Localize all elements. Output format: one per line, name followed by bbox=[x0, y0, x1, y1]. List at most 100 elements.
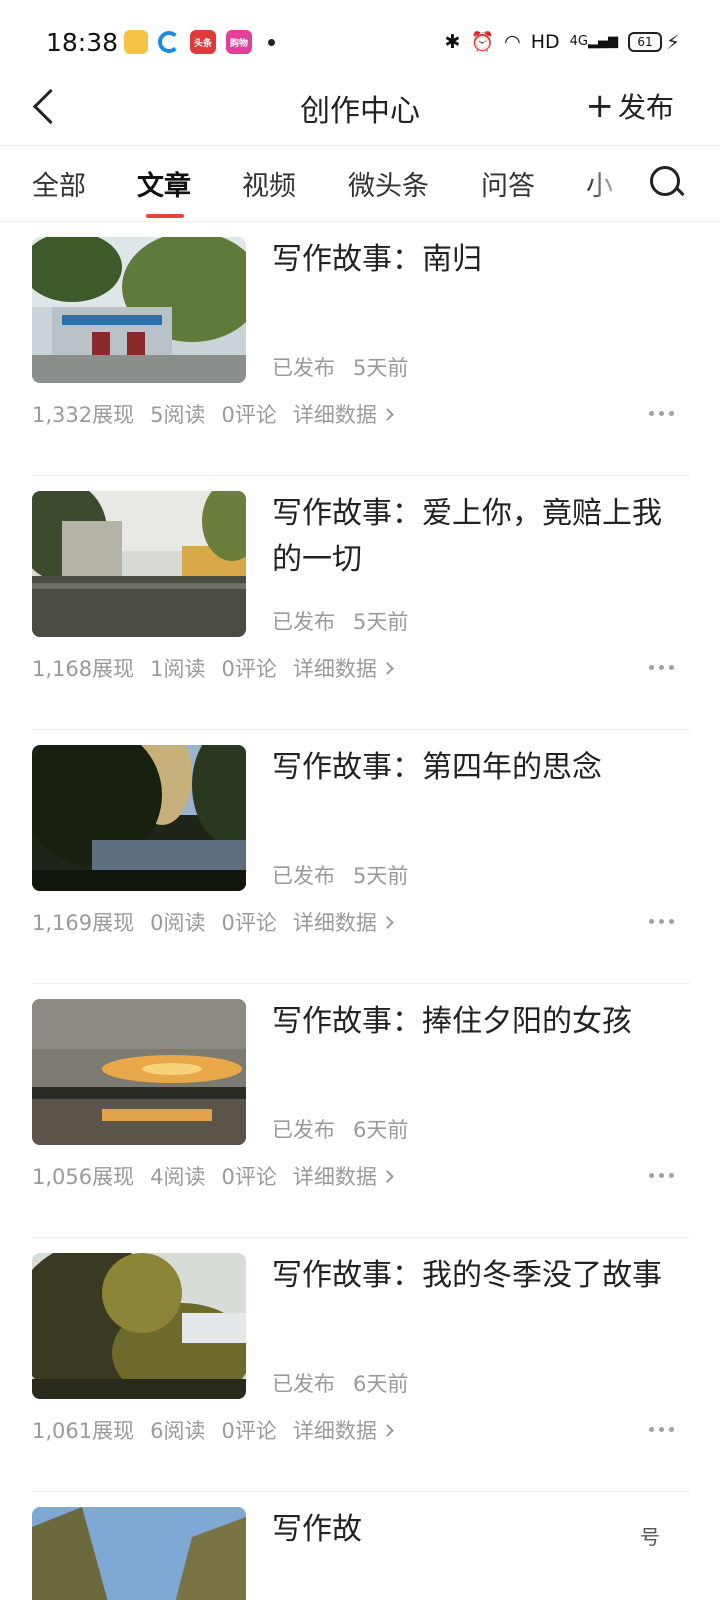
top-app-bar: 创作中心 + 发布 bbox=[0, 66, 720, 146]
impressions-count: 1,061展现 bbox=[32, 1419, 135, 1443]
article-title[interactable]: 写作故事：爱上你，竟赔上我的一切 bbox=[272, 491, 690, 583]
publish-button[interactable]: + 发布 bbox=[585, 86, 674, 126]
comments-count: 0评论 bbox=[221, 911, 277, 935]
more-options-icon[interactable] bbox=[649, 1427, 674, 1432]
comments-count: 0评论 bbox=[221, 403, 277, 427]
reads-count: 5阅读 bbox=[150, 403, 206, 427]
content-type-tabs: 全部 文章 视频 微头条 问答 小 bbox=[0, 146, 720, 222]
tab-all[interactable]: 全部 bbox=[32, 164, 86, 203]
bluetooth-icon: ✱ bbox=[444, 30, 461, 53]
reads-count: 0阅读 bbox=[150, 911, 206, 935]
article-thumbnail bbox=[32, 1253, 246, 1399]
impressions-count: 1,332展现 bbox=[32, 403, 135, 427]
tab-videos[interactable]: 视频 bbox=[242, 164, 296, 203]
list-item[interactable]: 写作故事：南归 已发布 5天前 1,332展现 5阅读 0评论 详细数据 bbox=[32, 237, 690, 497]
comments-count: 0评论 bbox=[221, 1165, 277, 1189]
publish-status: 已发布 6天前 bbox=[272, 1114, 426, 1144]
notes-app-icon bbox=[124, 30, 148, 54]
battery-icon: 61 bbox=[628, 31, 662, 52]
browser-app-icon bbox=[158, 31, 180, 53]
publish-status: 已发布 6天前 bbox=[272, 1368, 426, 1398]
toutiao-app-icon: 头条 bbox=[190, 30, 216, 54]
article-title[interactable]: 写作故事：南归 bbox=[272, 237, 690, 283]
tab-articles[interactable]: 文章 bbox=[137, 164, 191, 203]
reads-count: 6阅读 bbox=[150, 1419, 206, 1443]
publish-status: 已发布 5天前 bbox=[272, 860, 426, 890]
tabs-fade bbox=[588, 146, 648, 220]
article-stats: 1,056展现 4阅读 0评论 详细数据 bbox=[32, 1161, 394, 1191]
publish-time: 5天前 bbox=[353, 356, 409, 380]
article-thumbnail bbox=[32, 237, 246, 383]
reads-count: 1阅读 bbox=[150, 657, 206, 681]
list-item[interactable]: 写作故 号 bbox=[32, 1507, 690, 1600]
active-tab-indicator bbox=[146, 214, 184, 218]
list-item[interactable]: 写作故事：捧住夕阳的女孩 已发布 6天前 1,056展现 4阅读 0评论 详细数据 bbox=[32, 999, 690, 1259]
chevron-right-icon bbox=[381, 915, 394, 929]
publish-time: 5天前 bbox=[353, 610, 409, 634]
publish-time: 6天前 bbox=[353, 1118, 409, 1142]
article-thumbnail bbox=[32, 491, 246, 637]
list-item[interactable]: 写作故事：第四年的思念 已发布 5天前 1,169展现 0阅读 0评论 详细数据 bbox=[32, 745, 690, 1005]
network-type: 4G bbox=[569, 34, 588, 49]
article-stats: 1,332展现 5阅读 0评论 详细数据 bbox=[32, 399, 394, 429]
article-thumbnail bbox=[32, 999, 246, 1145]
article-title[interactable]: 写作故事：捧住夕阳的女孩 bbox=[272, 999, 690, 1045]
impressions-count: 1,169展现 bbox=[32, 911, 135, 935]
list-item[interactable]: 写作故事：我的冬季没了故事 已发布 6天前 1,061展现 6阅读 0评论 详细数… bbox=[32, 1253, 690, 1513]
more-options-icon[interactable] bbox=[649, 919, 674, 924]
status-label: 已发布 bbox=[272, 1372, 335, 1396]
publish-status: 已发布 5天前 bbox=[272, 352, 426, 382]
more-options-icon[interactable] bbox=[649, 411, 674, 416]
mall-app-icon: 购物 bbox=[226, 30, 252, 54]
chevron-right-icon bbox=[381, 661, 394, 675]
article-thumbnail bbox=[32, 1507, 246, 1600]
article-title[interactable]: 写作故事：我的冬季没了故事 bbox=[272, 1253, 690, 1299]
chevron-right-icon bbox=[381, 1169, 394, 1183]
article-stats: 1,168展现 1阅读 0评论 详细数据 bbox=[32, 653, 394, 683]
detail-data-link[interactable]: 详细数据 bbox=[293, 399, 377, 429]
plus-icon: + bbox=[585, 86, 614, 126]
list-item[interactable]: 写作故事：爱上你，竟赔上我的一切 已发布 5天前 1,168展现 1阅读 0评论 … bbox=[32, 491, 690, 751]
article-stats: 1,169展现 0阅读 0评论 详细数据 bbox=[32, 907, 394, 937]
more-options-icon[interactable] bbox=[649, 665, 674, 670]
publish-time: 5天前 bbox=[353, 864, 409, 888]
impressions-count: 1,056展现 bbox=[32, 1165, 135, 1189]
comments-count: 0评论 bbox=[221, 657, 277, 681]
wifi-icon: ◠ bbox=[504, 30, 521, 53]
detail-data-link[interactable]: 详细数据 bbox=[293, 653, 377, 683]
clock: 18:38 bbox=[46, 28, 119, 57]
chevron-right-icon bbox=[381, 1423, 394, 1437]
more-notifications-dot-icon bbox=[268, 38, 275, 46]
divider bbox=[32, 983, 690, 984]
article-title[interactable]: 写作故事：第四年的思念 bbox=[272, 745, 690, 791]
more-options-icon[interactable] bbox=[649, 1173, 674, 1178]
detail-data-link[interactable]: 详细数据 bbox=[293, 1415, 377, 1445]
tab-micro-posts[interactable]: 微头条 bbox=[348, 164, 429, 203]
status-label: 已发布 bbox=[272, 1118, 335, 1142]
detail-data-link[interactable]: 详细数据 bbox=[293, 1161, 377, 1191]
article-thumbnail bbox=[32, 745, 246, 891]
signal-icon: 4G▂▄▆ bbox=[569, 34, 618, 49]
divider bbox=[32, 1237, 690, 1238]
status-label: 已发布 bbox=[272, 864, 335, 888]
alarm-icon: ⏰ bbox=[470, 31, 495, 53]
publish-label: 发布 bbox=[617, 91, 674, 124]
charging-icon: ⚡ bbox=[665, 30, 680, 54]
impressions-count: 1,168展现 bbox=[32, 657, 135, 681]
system-indicators: ✱ ⏰ ◠ HD 4G▂▄▆ 61 bbox=[445, 30, 662, 53]
divider bbox=[32, 475, 690, 476]
search-icon[interactable] bbox=[648, 164, 688, 204]
status-label: 已发布 bbox=[272, 356, 335, 380]
tab-qa[interactable]: 问答 bbox=[481, 164, 535, 203]
divider bbox=[32, 1491, 690, 1492]
divider bbox=[32, 729, 690, 730]
comments-count: 0评论 bbox=[221, 1419, 277, 1443]
notification-icons: 头条 购物 bbox=[124, 30, 275, 54]
watermark: 号 bbox=[640, 1525, 660, 1549]
reads-count: 4阅读 bbox=[150, 1165, 206, 1189]
status-label: 已发布 bbox=[272, 610, 335, 634]
publish-status: 已发布 5天前 bbox=[272, 606, 426, 636]
article-stats: 1,061展现 6阅读 0评论 详细数据 bbox=[32, 1415, 394, 1445]
detail-data-link[interactable]: 详细数据 bbox=[293, 907, 377, 937]
publish-time: 6天前 bbox=[353, 1372, 409, 1396]
